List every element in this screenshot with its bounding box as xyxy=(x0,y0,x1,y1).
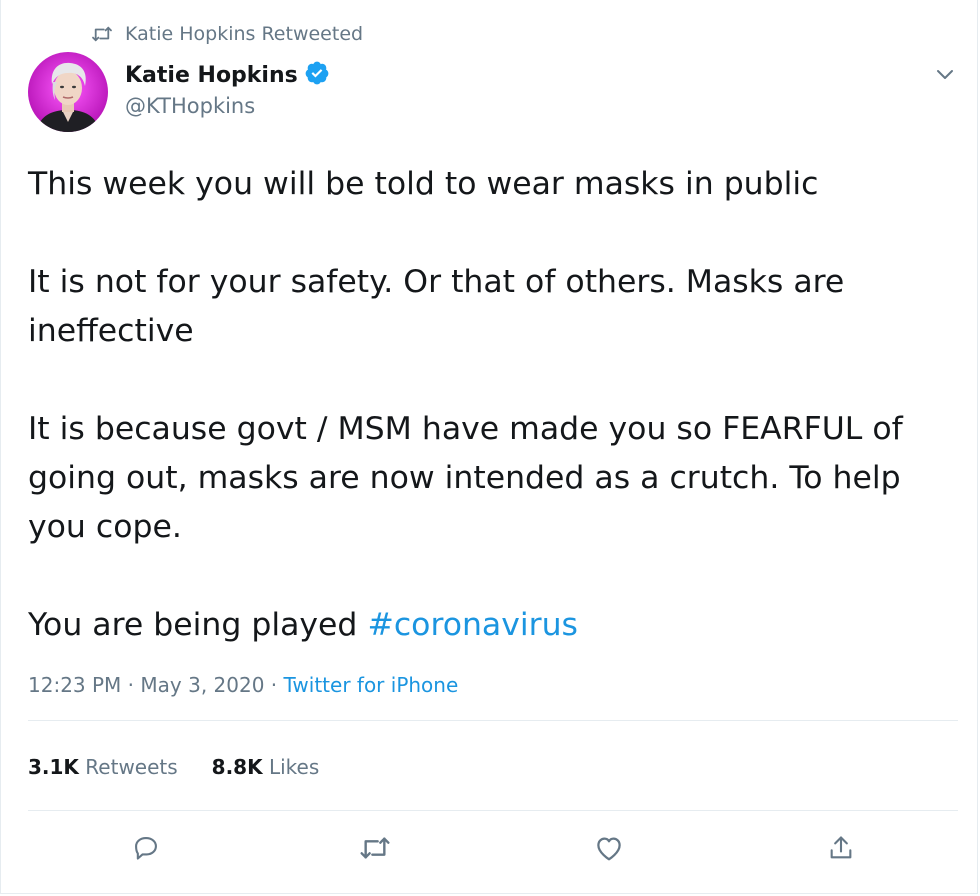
author-name-row[interactable]: Katie Hopkins xyxy=(125,58,330,92)
divider xyxy=(28,720,958,721)
meta-separator: · xyxy=(121,673,141,697)
divider xyxy=(28,810,958,811)
reply-button[interactable] xyxy=(128,832,164,868)
author-name[interactable]: Katie Hopkins xyxy=(125,63,298,88)
tweet-paragraph: This week you will be told to wear masks… xyxy=(28,166,819,202)
likes-stat[interactable]: 8.8K Likes xyxy=(212,755,320,779)
verified-badge-icon xyxy=(304,60,330,90)
more-options-chevron-down-icon[interactable] xyxy=(933,62,957,86)
tweet-stats: 3.1K Retweets 8.8K Likes xyxy=(28,755,319,779)
likes-label: Likes xyxy=(262,755,320,779)
tweet-actions xyxy=(1,832,979,872)
retweet-header[interactable]: Katie Hopkins Retweeted xyxy=(91,20,363,48)
tweet-time[interactable]: 12:23 PM xyxy=(28,673,121,697)
author-handle[interactable]: @KTHopkins xyxy=(125,94,330,118)
tweet-paragraph-last: You are being played #coronavirus xyxy=(28,601,968,650)
avatar[interactable] xyxy=(28,52,108,132)
tweet-meta: 12:23 PM · May 3, 2020 · Twitter for iPh… xyxy=(28,673,458,697)
share-icon xyxy=(827,833,855,867)
retweets-count: 3.1K xyxy=(28,755,79,779)
retweet-icon xyxy=(91,25,113,43)
retweet-button[interactable] xyxy=(357,832,393,868)
tweet-paragraph: It is because govt / MSM have made you s… xyxy=(28,411,903,545)
hashtag-link[interactable]: #coronavirus xyxy=(367,607,578,643)
tweet-card: Katie Hopkins Retweeted Katie Hopkins @K… xyxy=(0,0,978,894)
reply-icon xyxy=(132,834,160,866)
tweet-date[interactable]: May 3, 2020 xyxy=(140,673,264,697)
retweets-label: Retweets xyxy=(78,755,178,779)
retweet-header-label: Katie Hopkins Retweeted xyxy=(125,23,364,45)
meta-separator: · xyxy=(264,673,284,697)
retweet-icon xyxy=(359,834,391,866)
tweet-source-link[interactable]: Twitter for iPhone xyxy=(284,673,459,697)
heart-icon xyxy=(594,834,624,866)
tweet-paragraph: It is not for your safety. Or that of ot… xyxy=(28,264,845,349)
tweet-text: This week you will be told to wear masks… xyxy=(28,160,968,650)
author-block[interactable]: Katie Hopkins @KTHopkins xyxy=(125,58,330,118)
retweets-stat[interactable]: 3.1K Retweets xyxy=(28,755,178,779)
likes-count: 8.8K xyxy=(211,755,263,779)
like-button[interactable] xyxy=(591,832,627,868)
tweet-last-line-text: You are being played xyxy=(28,607,368,643)
share-button[interactable] xyxy=(823,832,859,868)
